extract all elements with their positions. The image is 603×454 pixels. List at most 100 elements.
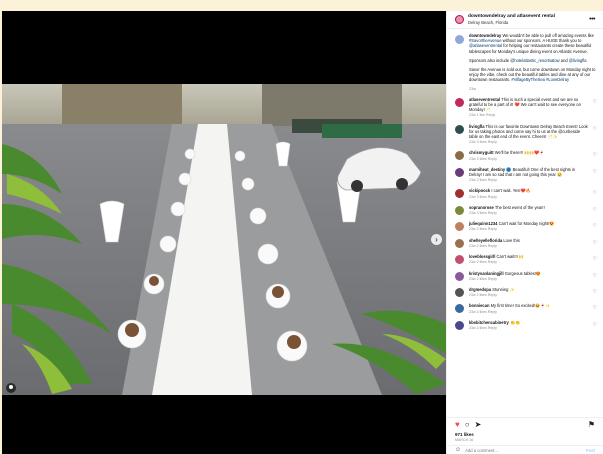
event-photo — [2, 84, 446, 395]
comment-likes[interactable]: 2 likes — [477, 178, 487, 182]
reply-button[interactable]: Reply — [488, 326, 497, 330]
heart-filled-icon[interactable]: ♥ — [455, 420, 460, 430]
mention-link[interactable]: @livingfla — [569, 58, 587, 63]
next-photo-button[interactable]: › — [431, 234, 442, 245]
commenter-avatar[interactable] — [455, 287, 464, 297]
commenter-username[interactable]: shelleyelleflorida — [469, 238, 502, 243]
reply-button[interactable]: Reply — [488, 140, 497, 144]
commenter-username[interactable]: chrismyguitt — [469, 150, 494, 155]
comment-like-heart-icon[interactable]: ♡ — [593, 169, 597, 175]
post-location[interactable]: Delray Beach, Florida — [468, 20, 555, 25]
post-comment-button[interactable]: Post — [586, 448, 595, 453]
reply-button[interactable]: Reply — [488, 277, 497, 281]
comment-like-heart-icon[interactable]: ♡ — [593, 190, 597, 196]
comment-likes[interactable]: 2 likes — [477, 277, 487, 281]
commenter-avatar[interactable] — [455, 271, 464, 281]
reply-button[interactable]: Reply — [486, 113, 495, 117]
comment-like-heart-icon[interactable]: ♡ — [593, 152, 597, 158]
comment-likes[interactable]: 3 likes — [477, 140, 487, 144]
comment-like-heart-icon[interactable]: ♡ — [593, 207, 597, 213]
comment-likes[interactable]: 2 likes — [477, 326, 487, 330]
reply-button[interactable]: Reply — [488, 195, 497, 199]
commenter-username[interactable]: sopranorose — [469, 205, 494, 210]
commenter-avatar[interactable] — [455, 222, 464, 232]
commenter-avatar[interactable] — [455, 167, 464, 177]
likes-count[interactable]: 971 likes — [455, 432, 595, 437]
comment-time: 23w — [469, 325, 476, 330]
reply-button[interactable]: Reply — [488, 211, 497, 215]
caption-avatar[interactable] — [455, 35, 464, 44]
more-dots-icon[interactable]: ••• — [589, 16, 595, 23]
comment-likes[interactable]: 3 likes — [477, 211, 487, 215]
commenter-username[interactable]: bonniecan — [469, 303, 489, 308]
comment-text: The best event of the year!! — [494, 204, 545, 210]
mention-link[interactable]: @hotelatlantic_resortsatow — [510, 58, 559, 63]
comment-text: 👏👏 — [509, 319, 521, 325]
commenter-avatar[interactable] — [455, 205, 464, 215]
commenter-avatar[interactable] — [455, 304, 464, 314]
comment-like-heart-icon[interactable]: ♡ — [593, 289, 597, 295]
commenter-avatar[interactable] — [455, 320, 464, 330]
author-username[interactable]: downtowndelray and atlasevent rental — [468, 14, 555, 20]
comment-like-heart-icon[interactable]: ♡ — [593, 256, 597, 262]
comment-like-heart-icon[interactable]: ♡ — [593, 240, 597, 246]
commenter-avatar[interactable] — [455, 97, 464, 107]
hashtag-link[interactable]: #LoveDelray — [546, 77, 569, 82]
commenter-username[interactable]: vickipoock — [469, 188, 490, 193]
comment-likes[interactable]: 2 likes — [477, 310, 487, 314]
comment-likes[interactable]: 3 likes — [477, 195, 487, 199]
commenter-username[interactable]: juliequinn1234 — [469, 221, 497, 226]
comment-text: Gorgeous tables!😍 — [504, 270, 542, 276]
reply-button[interactable]: Reply — [488, 244, 497, 248]
comment-likes[interactable]: 2 likes — [477, 260, 487, 264]
commenter-avatar[interactable] — [455, 238, 464, 248]
commenter-avatar[interactable] — [455, 255, 464, 265]
commenter-username[interactable]: drgmedspa — [469, 287, 491, 292]
reply-button[interactable]: Reply — [488, 178, 497, 182]
comment-likes[interactable]: 2 likes — [477, 293, 487, 297]
comment-row: sopranorose The best event of the year!!… — [455, 205, 597, 216]
event-photo-illustration — [2, 84, 446, 395]
commenter-avatar[interactable] — [455, 151, 464, 161]
comment-text: This is our favorite Downtown Delray Bea… — [469, 123, 588, 140]
reply-button[interactable]: Reply — [488, 293, 497, 297]
tagged-users-icon[interactable] — [6, 383, 16, 393]
comment-likes[interactable]: 2 likes — [477, 157, 487, 161]
comment-row: vickipoock I can't wait. Yes!❤️🔥 23w 3 li… — [455, 188, 597, 199]
paper-plane-icon[interactable]: ➤ — [475, 420, 482, 430]
post-date: MARCH 16 — [455, 438, 474, 442]
reply-button[interactable]: Reply — [488, 310, 497, 314]
commenter-username[interactable]: kristyvanlaningjill — [469, 271, 504, 276]
bookmark-icon[interactable]: ⚑ — [588, 420, 595, 430]
comment-meta: 23w 3 likes Reply — [469, 211, 589, 216]
comment-row: kbsbitchencabinetry 👏👏 23w 2 likes Reply ♡ — [455, 320, 597, 331]
commenter-avatar[interactable] — [455, 189, 464, 199]
comment-like-heart-icon[interactable]: ♡ — [593, 305, 597, 311]
commenter-avatar[interactable] — [455, 124, 464, 134]
comment-likes[interactable]: 2 likes — [477, 244, 487, 248]
comment-row: chrismyguitt We'll be there!!! 🙌🙌❤️🍷 23w … — [455, 150, 597, 161]
reply-button[interactable]: Reply — [488, 260, 497, 264]
reply-button[interactable]: Reply — [488, 227, 497, 231]
reply-button[interactable]: Reply — [488, 157, 497, 161]
hashtag-link[interactable]: #VillageByTheSea — [511, 77, 545, 82]
commenter-username[interactable]: loveblossgirll — [469, 254, 495, 259]
add-comment-input[interactable] — [465, 447, 586, 453]
comment-like-heart-icon[interactable]: ♡ — [593, 223, 597, 229]
comment-meta: 23w 2 likes Reply — [469, 293, 589, 298]
comment-time: 23w — [469, 309, 476, 314]
comment-row: drgmedspa Stunning ✨ 23w 2 likes Reply ♡ — [455, 287, 597, 298]
comments-list[interactable]: downtowndelray We wouldn't be able to pu… — [447, 30, 603, 417]
comment-like-heart-icon[interactable]: ♡ — [593, 99, 597, 105]
comment-icon[interactable]: ○ — [465, 420, 470, 430]
comment-meta: 23w 3 likes Reply — [469, 140, 589, 145]
comment-like-heart-icon[interactable]: ♡ — [593, 322, 597, 328]
emoji-icon[interactable]: ☺ — [455, 447, 461, 453]
comment-likes[interactable]: 2 likes — [477, 227, 487, 231]
author-avatar[interactable] — [455, 15, 464, 24]
comment-text: Love this — [503, 237, 520, 243]
comment-likes[interactable]: 1 like — [477, 113, 485, 117]
comment-like-heart-icon[interactable]: ♡ — [593, 273, 597, 279]
comment-like-heart-icon[interactable]: ♡ — [593, 126, 597, 132]
commenter-username[interactable]: kbsbitchencabinetry — [469, 320, 509, 325]
